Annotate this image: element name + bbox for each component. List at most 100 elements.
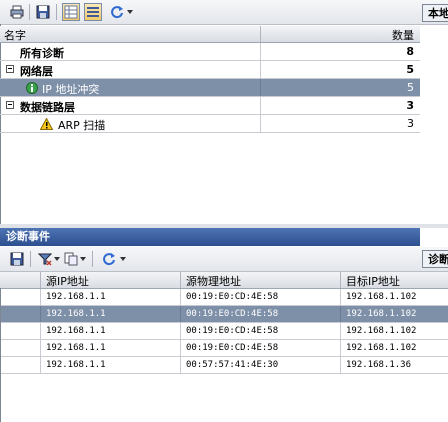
tree-count: 5 [406,63,414,76]
print-icon [10,5,24,19]
save-icon [10,252,24,266]
grid-view-button[interactable] [62,3,80,21]
column-divider[interactable] [180,272,181,288]
tree-label: 数据链路层 [20,101,75,114]
collapse-toggle-icon[interactable] [6,101,14,109]
tree-count: 3 [406,99,414,112]
tree-row-all-diagnoses[interactable]: 所有诊断 8 [0,43,420,61]
refresh-icon [111,6,123,19]
diagnosis-grid-header: 名字 数量 [0,26,420,43]
tree-count: 5 [407,81,414,94]
column-header-src-ip[interactable]: 源IP地址 [46,273,89,289]
cell-src-ip: 192.168.1.1 [46,326,106,336]
event-row[interactable]: 192.168.1.1 00:57:57:41:4E:30 192.168.1.… [0,357,448,374]
column-divider[interactable] [40,272,41,288]
grid-icon [64,5,78,19]
tree-label: 网络层 [20,65,53,78]
save-events-button[interactable] [8,250,26,268]
filter-icon [38,253,52,266]
cell-divider [340,340,341,356]
toolbar-separator [30,251,31,267]
list-view-button[interactable] [84,3,102,21]
cell-divider [40,289,41,305]
cell-dst-ip: 192.168.1.102 [346,343,417,353]
refresh-dropdown-arrow[interactable] [120,257,126,261]
diagnosis-toolbar: 本地 [0,0,448,25]
cell-divider [40,323,41,339]
cell-divider [340,289,341,305]
warning-icon [40,118,53,130]
column-header-count[interactable]: 数量 [392,27,414,43]
column-divider [260,43,261,60]
column-header-name[interactable]: 名字 [4,27,26,43]
tree-row-datalink-layer[interactable]: 数据链路层 3 [0,97,420,115]
toolbar-separator [56,4,57,20]
events-toolbar: 诊断 [0,247,448,272]
filter-button[interactable] [36,250,54,268]
cell-src-mac: 00:57:57:41:4E:30 [186,360,279,370]
cell-dst-ip: 192.168.1.102 [346,292,417,302]
save-icon [36,5,50,19]
cell-divider [40,340,41,356]
copy-icon [64,252,78,266]
tree-label: IP 地址冲突 [42,83,100,96]
cell-src-ip: 192.168.1.1 [46,292,106,302]
filter-dropdown-arrow[interactable] [54,257,60,261]
cell-src-ip: 192.168.1.1 [46,343,106,353]
copy-dropdown-arrow[interactable] [80,257,86,261]
refresh-icon [103,253,115,266]
cell-src-mac: 00:19:E0:CD:4E:58 [186,292,279,302]
cell-src-ip: 192.168.1.1 [46,360,106,370]
tree-count: 3 [407,117,414,130]
tree-label: ARP 扫描 [58,119,106,132]
cell-divider [340,306,341,322]
cell-divider [40,357,41,373]
list-icon [87,7,99,17]
event-row[interactable]: 192.168.1.1 00:19:E0:CD:4E:58 192.168.1.… [0,306,448,323]
events-panel-title: 诊断事件 [0,228,420,246]
cell-dst-ip: 192.168.1.102 [346,326,417,336]
left-border [0,288,1,422]
save-button[interactable] [34,3,52,21]
cell-divider [40,306,41,322]
print-button[interactable] [8,3,26,21]
column-divider[interactable] [260,26,261,42]
tree-row-ip-conflict[interactable]: IP 地址冲突 5 [0,79,420,97]
cell-dst-ip: 192.168.1.102 [346,309,417,319]
cell-divider [340,357,341,373]
toolbar-separator [92,251,93,267]
cell-divider [180,306,181,322]
cell-dst-ip: 192.168.1.36 [346,360,412,370]
refresh-events-button[interactable] [100,250,118,268]
cell-src-mac: 00:19:E0:CD:4E:58 [186,343,279,353]
refresh-dropdown-arrow[interactable] [127,10,133,14]
column-divider [260,61,261,78]
column-divider [260,97,261,114]
tree-count: 8 [406,45,414,58]
refresh-button[interactable] [108,3,126,21]
cell-divider [180,289,181,305]
toolbar-separator [29,4,30,20]
info-icon [26,82,38,94]
diagnosis-side-tab[interactable]: 诊断 [422,250,448,268]
collapse-toggle-icon[interactable] [6,65,14,73]
event-row[interactable]: 192.168.1.1 00:19:E0:CD:4E:58 192.168.1.… [0,323,448,340]
event-row[interactable]: 192.168.1.1 00:19:E0:CD:4E:58 192.168.1.… [0,340,448,357]
cell-divider [340,323,341,339]
copy-button[interactable] [62,250,80,268]
event-row[interactable]: 192.168.1.1 00:19:E0:CD:4E:58 192.168.1.… [0,289,448,306]
cell-src-mac: 00:19:E0:CD:4E:58 [186,309,279,319]
column-header-dst-ip[interactable]: 目标IP地址 [346,273,400,289]
column-divider [260,115,261,132]
cell-src-ip: 192.168.1.1 [46,309,106,319]
cell-divider [180,340,181,356]
local-side-tab[interactable]: 本地 [422,4,448,22]
tree-row-network-layer[interactable]: 网络层 5 [0,61,420,79]
column-divider[interactable] [340,272,341,288]
column-divider [260,79,261,96]
cell-src-mac: 00:19:E0:CD:4E:58 [186,326,279,336]
column-header-src-mac[interactable]: 源物理地址 [186,273,241,289]
cell-divider [180,323,181,339]
tree-row-arp-scan[interactable]: ARP 扫描 3 [0,115,420,133]
tree-label: 所有诊断 [20,47,64,60]
